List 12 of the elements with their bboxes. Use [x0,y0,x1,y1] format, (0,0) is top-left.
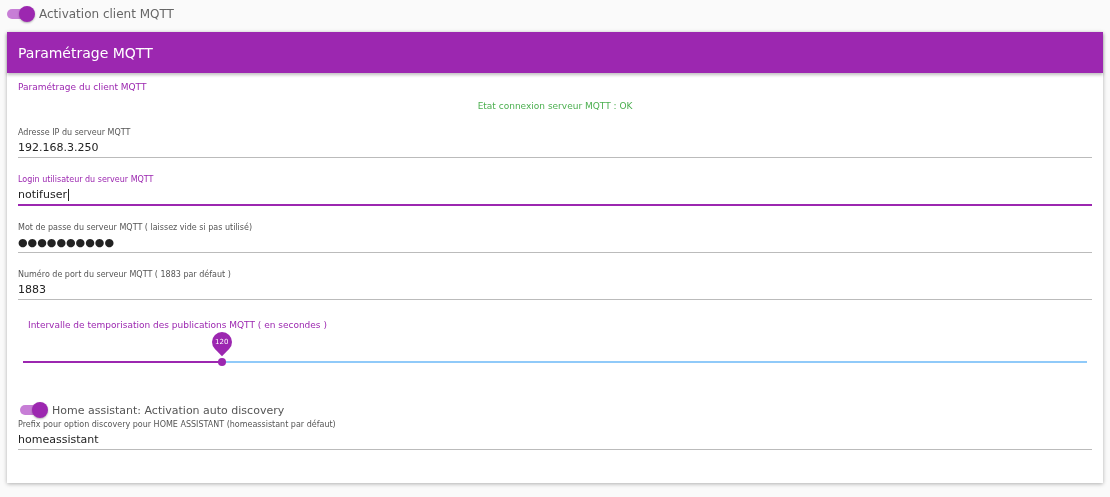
input-field[interactable]: Adresse IP du serveur MQTT 192.168.3.250 [18,128,1092,158]
input-field[interactable]: Mot de passe du serveur MQTT ( laissez vide si pas utilisé) ●●●●●●●●●● [18,223,1092,253]
toggle-label: Activation client MQTT [39,7,174,21]
section-title: Paramétrage du client MQTT [18,82,148,92]
card-title: Paramétrage MQTT [18,44,153,61]
slider-label: Intervalle de temporisation des publications MQTT ( en secondes ) [27,320,328,330]
input-field[interactable]: Prefix pour option discovery pour HOME ASSISTANT (homeassistant par défaut) homeassistant [18,420,1092,450]
slider-thumb[interactable] [217,358,226,366]
input-field[interactable]: Login utilisateur du serveur MQTT notifuser [18,175,1092,206]
connection-status: Etat connexion serveur MQTT : OK [477,101,633,111]
toggle-label: Home assistant: Activation auto discovery [52,403,285,417]
input-field[interactable]: Numéro de port du serveur MQTT ( 1883 par défaut ) 1883 [18,270,1092,300]
